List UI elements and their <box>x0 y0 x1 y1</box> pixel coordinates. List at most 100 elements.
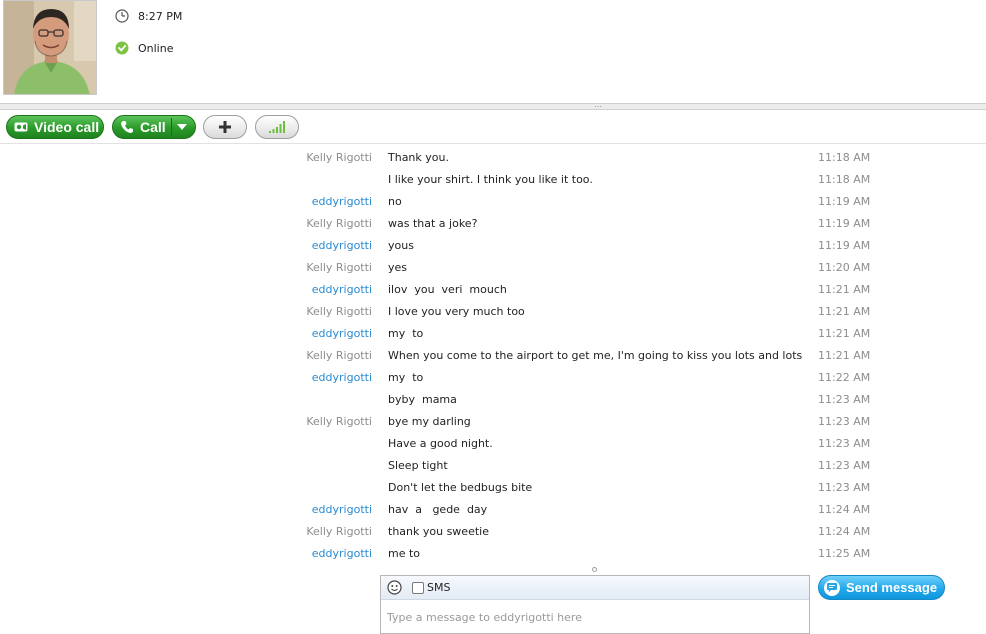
sms-checkbox[interactable] <box>412 581 424 594</box>
local-time-row: 8:27 PM <box>115 9 182 23</box>
phone-icon <box>121 121 133 133</box>
message-text: I love you very much too <box>388 305 525 318</box>
message-sender: eddyrigotti <box>311 547 372 560</box>
contact-profile: 8:27 PM Online <box>0 0 986 104</box>
message-text: yous <box>388 239 414 252</box>
message-composer: SMS <box>380 575 810 634</box>
message-sender: Kelly Rigotti <box>306 415 372 428</box>
message-sender: eddyrigotti <box>311 239 372 252</box>
message-text: Have a good night. <box>388 437 493 450</box>
message-row[interactable]: eddyrigotti me to 11:25 AM <box>0 542 986 564</box>
message-row[interactable]: eddyrigotti hav a gede day 11:24 AM <box>0 498 986 520</box>
conversation-history[interactable]: Kelly Rigotti Thank you. 11:18 AM I like yo… <box>0 146 986 566</box>
message-text: Thank you. <box>388 151 449 164</box>
message-row[interactable]: Have a good night. 11:23 AM <box>0 432 986 454</box>
message-row[interactable]: Kelly Rigotti yes 11:20 AM <box>0 256 986 278</box>
video-call-button[interactable]: Video call <box>6 115 104 139</box>
message-text: my to <box>388 327 424 340</box>
message-row[interactable]: Kelly Rigotti thank you sweetie 11:24 AM <box>0 520 986 542</box>
message-text: byby mama <box>388 393 457 406</box>
message-row[interactable]: eddyrigotti yous 11:19 AM <box>0 234 986 256</box>
message-text: When you come to the airport to get me, … <box>388 349 803 362</box>
message-sender: eddyrigotti <box>311 503 372 516</box>
message-text: was that a joke? <box>388 217 478 230</box>
resize-handle-icon[interactable] <box>592 567 597 572</box>
message-timestamp: 11:23 AM <box>818 415 871 428</box>
online-status-row: Online <box>115 41 173 55</box>
call-divider <box>171 118 172 136</box>
avatar[interactable] <box>3 0 97 95</box>
call-dropdown-chevron-icon[interactable] <box>177 124 187 130</box>
message-row[interactable]: byby mama 11:23 AM <box>0 388 986 410</box>
message-text: hav a gede day <box>388 503 488 516</box>
message-sender: Kelly Rigotti <box>306 305 372 318</box>
message-timestamp: 11:21 AM <box>818 327 871 340</box>
local-time: 8:27 PM <box>138 9 183 23</box>
message-timestamp: 11:21 AM <box>818 349 871 362</box>
message-timestamp: 11:19 AM <box>818 239 871 252</box>
message-timestamp: 11:23 AM <box>818 459 871 472</box>
message-timestamp: 11:19 AM <box>818 217 871 230</box>
message-text: yes <box>388 261 408 274</box>
message-timestamp: 11:18 AM <box>818 151 871 164</box>
message-text: I like your shirt. I think you like it t… <box>388 173 593 186</box>
message-timestamp: 11:20 AM <box>818 261 871 274</box>
message-input[interactable] <box>381 600 809 634</box>
message-row[interactable]: Kelly Rigotti I love you very much too 11:… <box>0 300 986 322</box>
message-text: bye my darling <box>388 415 471 428</box>
composer-toolbar: SMS <box>381 576 809 600</box>
message-timestamp: 11:23 AM <box>818 437 871 450</box>
message-timestamp: 11:25 AM <box>818 547 871 560</box>
message-sender: eddyrigotti <box>311 327 372 340</box>
message-text: no <box>388 195 402 208</box>
send-message-label: Send message <box>846 580 938 595</box>
message-sender: Kelly Rigotti <box>306 349 372 362</box>
message-text: Sleep tight <box>388 459 448 472</box>
call-button[interactable]: Call <box>112 115 196 139</box>
message-row[interactable]: eddyrigotti ilov you veri mouch 11:21 AM <box>0 278 986 300</box>
clock-icon <box>115 9 129 23</box>
message-timestamp: 11:21 AM <box>818 305 871 318</box>
message-sender: Kelly Rigotti <box>306 217 372 230</box>
message-row[interactable]: eddyrigotti my to 11:21 AM <box>0 322 986 344</box>
video-camera-icon <box>14 122 28 132</box>
message-row[interactable]: Kelly Rigotti Thank you. 11:18 AM <box>0 146 986 168</box>
send-message-button[interactable]: Send message <box>818 575 945 600</box>
message-row[interactable]: Don't let the bedbugs bite 11:23 AM <box>0 476 986 498</box>
message-row[interactable]: eddyrigotti no 11:19 AM <box>0 190 986 212</box>
message-timestamp: 11:24 AM <box>818 525 871 538</box>
avatar-photo <box>4 1 96 94</box>
message-timestamp: 11:24 AM <box>818 503 871 516</box>
online-status: Online <box>138 41 174 55</box>
message-row[interactable]: Kelly Rigotti was that a joke? 11:19 AM <box>0 212 986 234</box>
message-timestamp: 11:22 AM <box>818 371 871 384</box>
splitter-grip-icon[interactable]: ⋯ <box>594 103 602 111</box>
call-toolbar: Video call Call <box>0 110 986 144</box>
message-row[interactable]: Kelly Rigotti bye my darling 11:23 AM <box>0 410 986 432</box>
message-text: thank you sweetie <box>388 525 489 538</box>
pane-splitter[interactable]: ⋯ <box>0 103 986 111</box>
online-status-icon <box>115 41 129 55</box>
emoticon-icon[interactable] <box>387 580 402 595</box>
message-sender: eddyrigotti <box>311 283 372 296</box>
message-row[interactable]: I like your shirt. I think you like it t… <box>0 168 986 190</box>
message-row[interactable]: Kelly Rigotti When you come to the airpor… <box>0 344 986 366</box>
message-sender: Kelly Rigotti <box>306 261 372 274</box>
add-people-button[interactable] <box>203 115 247 139</box>
message-text: my to <box>388 371 424 384</box>
message-sender: Kelly Rigotti <box>306 525 372 538</box>
plus-icon <box>219 121 231 133</box>
call-quality-button[interactable] <box>255 115 299 139</box>
call-label: Call <box>140 119 166 135</box>
message-text: Don't let the bedbugs bite <box>388 481 533 494</box>
message-timestamp: 11:23 AM <box>818 481 871 494</box>
skype-chat-window: 8:27 PM Online ⋯ Video call Call Kelly R… <box>0 0 986 634</box>
video-call-label: Video call <box>34 119 100 135</box>
message-sender: eddyrigotti <box>311 371 372 384</box>
message-sender: eddyrigotti <box>311 195 372 208</box>
message-timestamp: 11:23 AM <box>818 393 871 406</box>
message-row[interactable]: Sleep tight 11:23 AM <box>0 454 986 476</box>
message-row[interactable]: eddyrigotti my to 11:22 AM <box>0 366 986 388</box>
message-text: ilov you veri mouch <box>388 283 507 296</box>
sms-toggle[interactable]: SMS <box>412 581 450 594</box>
